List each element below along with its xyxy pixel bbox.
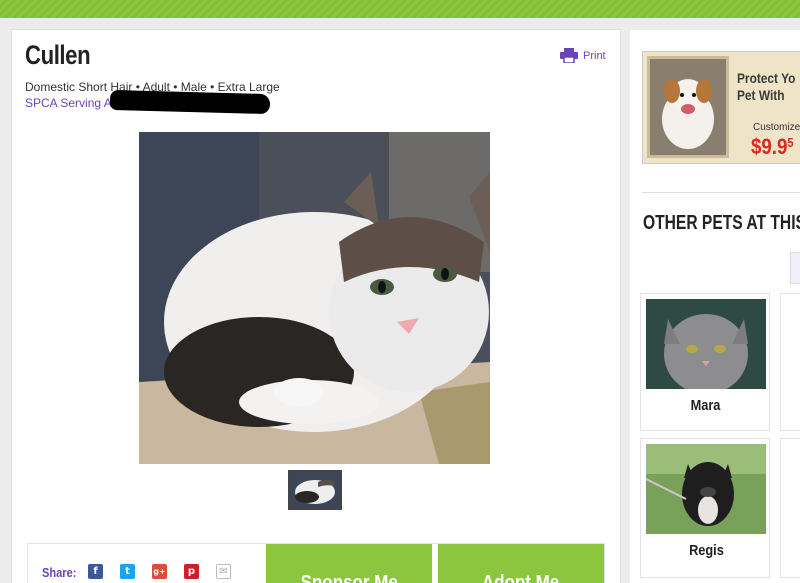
other-pet-name-text: Mara bbox=[691, 397, 721, 414]
share-label: Share: bbox=[42, 565, 77, 580]
ad-price-cents: 5 bbox=[787, 135, 794, 150]
other-pet-name: Regis bbox=[641, 542, 771, 559]
adopt-button[interactable]: Adopt Me bbox=[438, 544, 604, 583]
top-banner bbox=[0, 0, 800, 18]
ad-price-main: $9.9 bbox=[751, 134, 788, 159]
printer-icon bbox=[560, 48, 578, 63]
ad-headline: Protect Yo Pet With bbox=[737, 70, 795, 104]
other-pet-name-text: Regis bbox=[688, 542, 724, 559]
ad-price: $9.95 bbox=[751, 134, 794, 160]
sponsor-button-label: Sponsor Me bbox=[300, 571, 398, 583]
other-pet-name: Mara bbox=[641, 397, 771, 414]
email-icon[interactable]: ✉ bbox=[216, 564, 231, 579]
other-pet-card[interactable]: Mara bbox=[640, 293, 770, 431]
other-pet-photo bbox=[646, 444, 766, 534]
other-pet-card-partial[interactable] bbox=[780, 438, 800, 578]
sidebar: Protect Yo Pet With Customize $9.95 OTHE… bbox=[630, 30, 800, 583]
print-link[interactable]: Print bbox=[560, 48, 606, 63]
print-label: Print bbox=[583, 49, 606, 62]
facebook-icon[interactable]: f bbox=[88, 564, 103, 579]
other-pet-card-partial[interactable] bbox=[780, 293, 800, 431]
share-icons: f t g+ p ✉ bbox=[88, 564, 231, 579]
twitter-icon[interactable]: t bbox=[120, 564, 135, 579]
other-pet-photo bbox=[646, 299, 766, 389]
other-pet-card[interactable]: Regis bbox=[640, 438, 770, 578]
pinterest-icon[interactable]: p bbox=[184, 564, 199, 579]
ad-customize-label: Customize bbox=[753, 122, 800, 133]
sidebar-divider bbox=[642, 192, 800, 193]
ad-headline-line-1: Protect Yo bbox=[737, 70, 796, 86]
pet-profile-card: Cullen Print Domestic Short Hair • Adult… bbox=[12, 30, 620, 583]
carousel-control[interactable] bbox=[790, 252, 800, 284]
adopt-button-label: Adopt Me bbox=[482, 571, 560, 583]
advertisement-banner[interactable]: Protect Yo Pet With Customize $9.95 bbox=[642, 51, 800, 164]
pet-name: Cullen bbox=[25, 40, 91, 70]
action-bar: Share: f t g+ p ✉ Sponsor Me Adopt Me bbox=[27, 543, 605, 583]
ad-headline-line-2: Pet With bbox=[737, 87, 785, 103]
other-pets-heading: OTHER PETS AT THIS O bbox=[643, 212, 800, 234]
googleplus-icon[interactable]: g+ bbox=[152, 564, 167, 579]
shelter-name: SPCA Serving A bbox=[25, 96, 112, 110]
sponsor-button[interactable]: Sponsor Me bbox=[266, 544, 432, 583]
photo-thumbnail[interactable] bbox=[288, 470, 342, 510]
redaction-mark bbox=[109, 89, 271, 115]
ad-dog-picture bbox=[647, 56, 729, 158]
pet-photo[interactable] bbox=[139, 132, 490, 464]
